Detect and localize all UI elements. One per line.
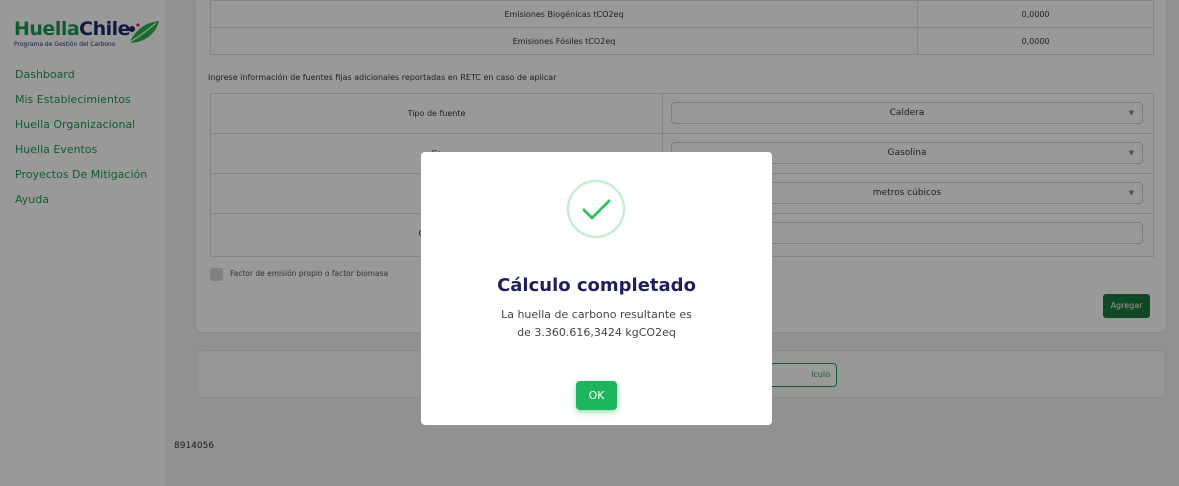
dialog-message: La huella de carbono resultante es de 3.…	[501, 308, 692, 339]
success-dialog: Cálculo completado La huella de carbono …	[421, 152, 772, 425]
ok-button[interactable]: OK	[576, 381, 617, 410]
dialog-title: Cálculo completado	[497, 275, 696, 296]
check-icon	[566, 179, 626, 239]
